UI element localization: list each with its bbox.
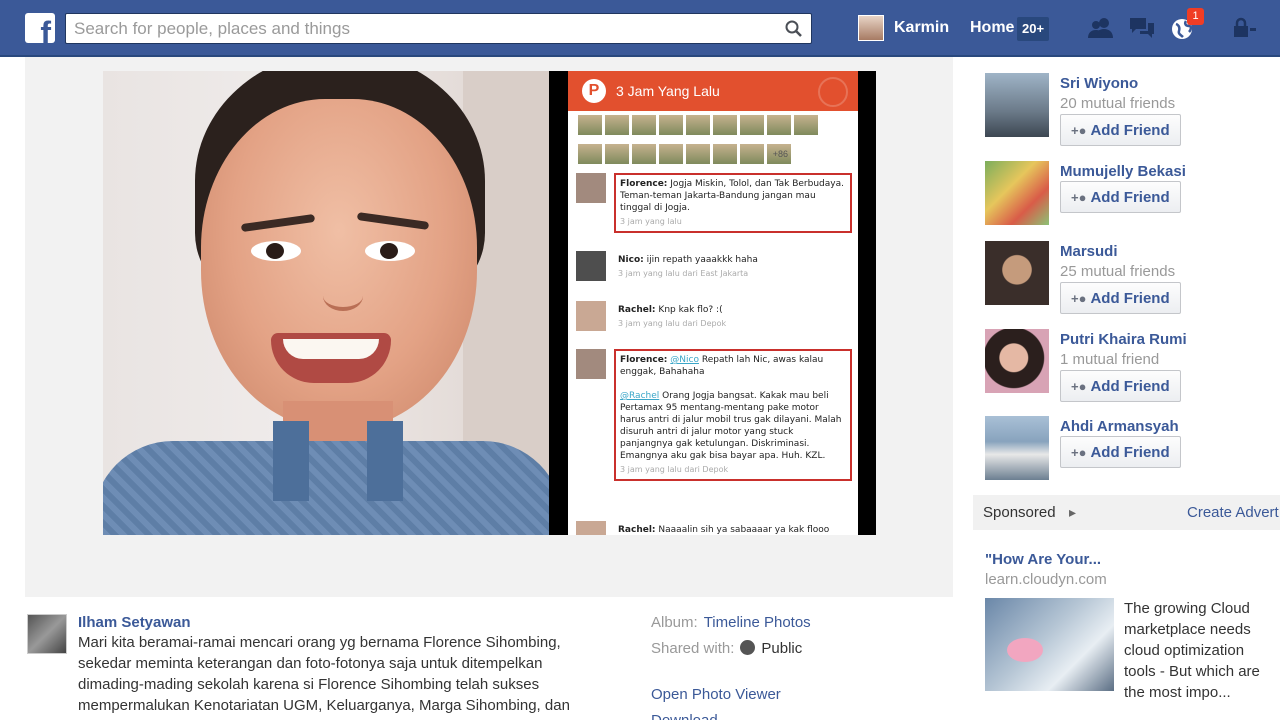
shared-row: Shared with: Public	[651, 640, 802, 657]
add-friend-icon: +●	[1071, 122, 1087, 138]
album-link[interactable]: Timeline Photos	[704, 614, 811, 631]
suggestion-photo[interactable]	[985, 161, 1049, 225]
avatar	[858, 15, 884, 41]
profile-link[interactable]: Karmin	[858, 15, 949, 41]
mutual-friends[interactable]: 20 mutual friends	[1060, 95, 1175, 112]
author-avatar[interactable]	[27, 614, 67, 654]
selfie-image	[103, 71, 549, 535]
ad-body-text[interactable]: The growing Cloud marketplace needs clou…	[1124, 598, 1278, 703]
photo-caption: Mari kita beramai-ramai mencari orang yg…	[78, 634, 570, 720]
emoji-more-count: +86	[772, 149, 788, 159]
suggestion-item: Putri Khaira Rumi 1 mutual friend +● Add …	[985, 329, 1275, 402]
list-item: Rachel: Knp kak flo? :( 3 jam yang lalu …	[576, 301, 852, 333]
list-item: Rachel: Naaaalin sih ya sabaaaar ya kak …	[576, 521, 852, 535]
add-friend-button[interactable]: +● Add Friend	[1060, 370, 1181, 402]
create-advert-link[interactable]: Create Advert	[1187, 504, 1279, 521]
camera-ring-icon	[818, 77, 848, 107]
ad-url[interactable]: learn.cloudyn.com	[985, 571, 1107, 588]
search-box	[65, 13, 812, 44]
sponsored-label: Sponsored	[983, 504, 1056, 521]
home-count-badge: 20+	[1017, 17, 1050, 41]
suggestion-item: Mumujelly Bekasi +● Add Friend	[985, 161, 1275, 225]
profile-name: Karmin	[894, 19, 950, 36]
suggestion-name[interactable]: Ahdi Armansyah	[1060, 418, 1179, 435]
suggestion-photo[interactable]	[985, 416, 1049, 480]
suggestion-name[interactable]: Marsudi	[1060, 243, 1118, 260]
ad-image[interactable]	[985, 598, 1114, 691]
friend-requests-icon[interactable]	[1087, 16, 1115, 40]
suggestion-photo[interactable]	[985, 241, 1049, 305]
add-friend-button[interactable]: +● Add Friend	[1060, 282, 1181, 314]
album-label: Album:	[651, 614, 698, 631]
facebook-logo-icon[interactable]: f	[25, 13, 55, 43]
download-link[interactable]: Download	[651, 712, 718, 720]
suggestion-name[interactable]: Mumujelly Bekasi	[1060, 163, 1186, 180]
search-input[interactable]	[66, 14, 766, 43]
mutual-friends[interactable]: 1 mutual friend	[1060, 351, 1159, 368]
open-photo-viewer-link[interactable]: Open Photo Viewer	[651, 686, 781, 703]
add-friend-icon: +●	[1071, 378, 1087, 394]
suggestion-item: Sri Wiyono 20 mutual friends +● Add Frien…	[985, 73, 1275, 146]
suggestion-photo[interactable]	[985, 73, 1049, 137]
phone-screenshot: P 3 Jam Yang Lalu +86 Florence: Jogja Mi…	[568, 71, 858, 535]
sponsored-header: Sponsored ▸ Create Advert	[973, 495, 1280, 530]
shared-label: Shared with:	[651, 640, 735, 657]
suggestion-item: Marsudi 25 mutual friends +● Add Friend	[985, 241, 1275, 314]
add-friend-button[interactable]: +● Add Friend	[1060, 436, 1181, 468]
path-logo-icon: P	[582, 79, 606, 103]
notification-count-badge: 1	[1187, 8, 1204, 25]
suggestion-name[interactable]: Putri Khaira Rumi	[1060, 331, 1187, 348]
home-link[interactable]: Home	[970, 19, 1014, 37]
author-name-link[interactable]: Ilham Setyawan	[78, 614, 191, 631]
phone-header-title: 3 Jam Yang Lalu	[616, 83, 720, 99]
megaphone-icon: ▸	[1069, 504, 1077, 520]
list-item: Nico: ijin repath yaaakkk haha 3 jam yan…	[576, 251, 852, 283]
add-friend-icon: +●	[1071, 189, 1087, 205]
globe-icon	[740, 640, 756, 655]
audience-value[interactable]: Public	[761, 640, 802, 657]
privacy-lock-icon[interactable]	[1228, 16, 1256, 40]
add-friend-icon: +●	[1071, 444, 1087, 460]
photo-image[interactable]: P 3 Jam Yang Lalu +86 Florence: Jogja Mi…	[103, 71, 876, 535]
suggestion-name[interactable]: Sri Wiyono	[1060, 75, 1138, 92]
mutual-friends[interactable]: 25 mutual friends	[1060, 263, 1175, 280]
add-friend-button[interactable]: +● Add Friend	[1060, 181, 1181, 213]
ad-title-link[interactable]: "How Are Your...	[985, 551, 1101, 568]
suggestion-photo[interactable]	[985, 329, 1049, 393]
album-row: Album: Timeline Photos	[651, 614, 811, 631]
list-item: Florence: Jogja Miskin, Tolol, dan Tak B…	[576, 173, 852, 233]
search-icon[interactable]	[785, 20, 803, 38]
top-navigation-bar: f Karmin Home 20+ 1	[0, 0, 1280, 57]
add-friend-button[interactable]: +● Add Friend	[1060, 114, 1181, 146]
list-item: Florence: @Nico Repath lah Nic, awas kal…	[576, 349, 852, 481]
messages-icon[interactable]	[1128, 16, 1156, 40]
add-friend-icon: +●	[1071, 290, 1087, 306]
path-app-header: P 3 Jam Yang Lalu	[568, 71, 858, 111]
emoji-reactions	[578, 115, 848, 165]
suggestion-item: Ahdi Armansyah +● Add Friend	[985, 416, 1275, 480]
